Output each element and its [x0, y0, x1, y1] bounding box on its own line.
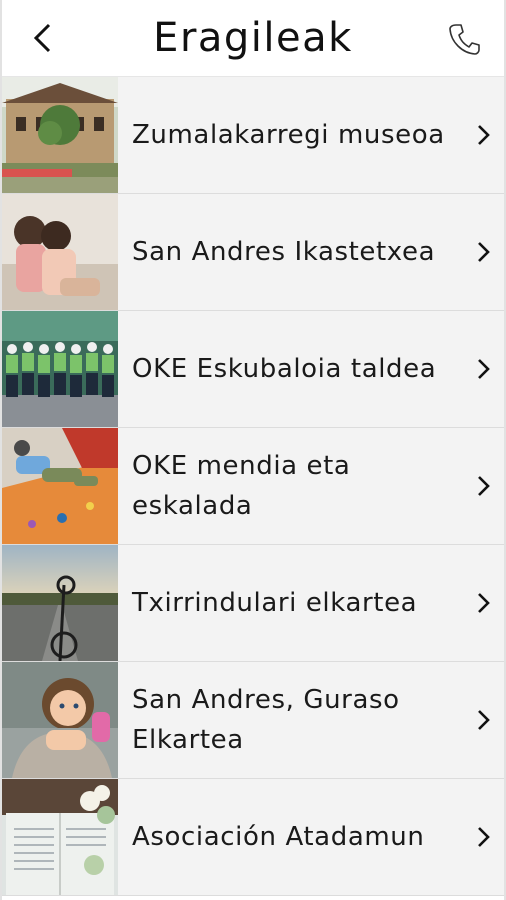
- list-item-label: San Andres, Guraso Elkartea: [132, 685, 400, 755]
- call-button[interactable]: [444, 18, 486, 60]
- list-item-museum[interactable]: Zumalakarregi museoa: [2, 77, 504, 194]
- list-item-school[interactable]: San Andres Ikastetxea: [2, 194, 504, 311]
- chevron-right-icon: [464, 311, 504, 427]
- climbing-wall-photo: [2, 428, 118, 544]
- list-item-climbing[interactable]: OKE mendia eta eskalada: [2, 428, 504, 545]
- list-item-label: Zumalakarregi museoa: [132, 120, 445, 150]
- app-screen: Eragileak Zumalakarregi museoa San Andre…: [0, 0, 506, 900]
- chevron-right-icon: [464, 194, 504, 310]
- list-item-label: San Andres Ikastetxea: [132, 237, 436, 267]
- list-item-handball[interactable]: OKE Eskubaloia taldea: [2, 311, 504, 428]
- header-bar: Eragileak: [2, 0, 504, 77]
- phone-icon: [449, 24, 480, 55]
- handball-team-photo: [2, 311, 118, 427]
- list-item-label: Asociación Atadamun: [132, 822, 425, 852]
- chevron-right-icon: [464, 779, 504, 895]
- book-flowers-photo: [2, 779, 118, 895]
- back-button[interactable]: [24, 20, 60, 56]
- list-item-cycling[interactable]: Txirrindulari elkartea: [2, 545, 504, 662]
- chevron-right-icon: [464, 428, 504, 544]
- list-item-parents-association[interactable]: San Andres, Guraso Elkartea: [2, 662, 504, 779]
- list-item-label: OKE Eskubaloia taldea: [132, 354, 437, 384]
- parent-child-hug-photo: [2, 662, 118, 778]
- chevron-left-icon: [33, 23, 51, 53]
- museum-building-photo: [2, 77, 118, 193]
- list-item-label: OKE mendia eta eskalada: [132, 451, 351, 521]
- page-title: Eragileak: [153, 15, 353, 61]
- chevron-right-icon: [464, 77, 504, 193]
- chevron-right-icon: [464, 545, 504, 661]
- list-item-label: Txirrindulari elkartea: [132, 588, 418, 618]
- list-item-atadamun[interactable]: Asociación Atadamun: [2, 779, 504, 896]
- chevron-right-icon: [464, 662, 504, 778]
- entity-list: Zumalakarregi museoa San Andres Ikastetx…: [2, 77, 504, 896]
- children-photo: [2, 194, 118, 310]
- road-bicycle-photo: [2, 545, 118, 661]
